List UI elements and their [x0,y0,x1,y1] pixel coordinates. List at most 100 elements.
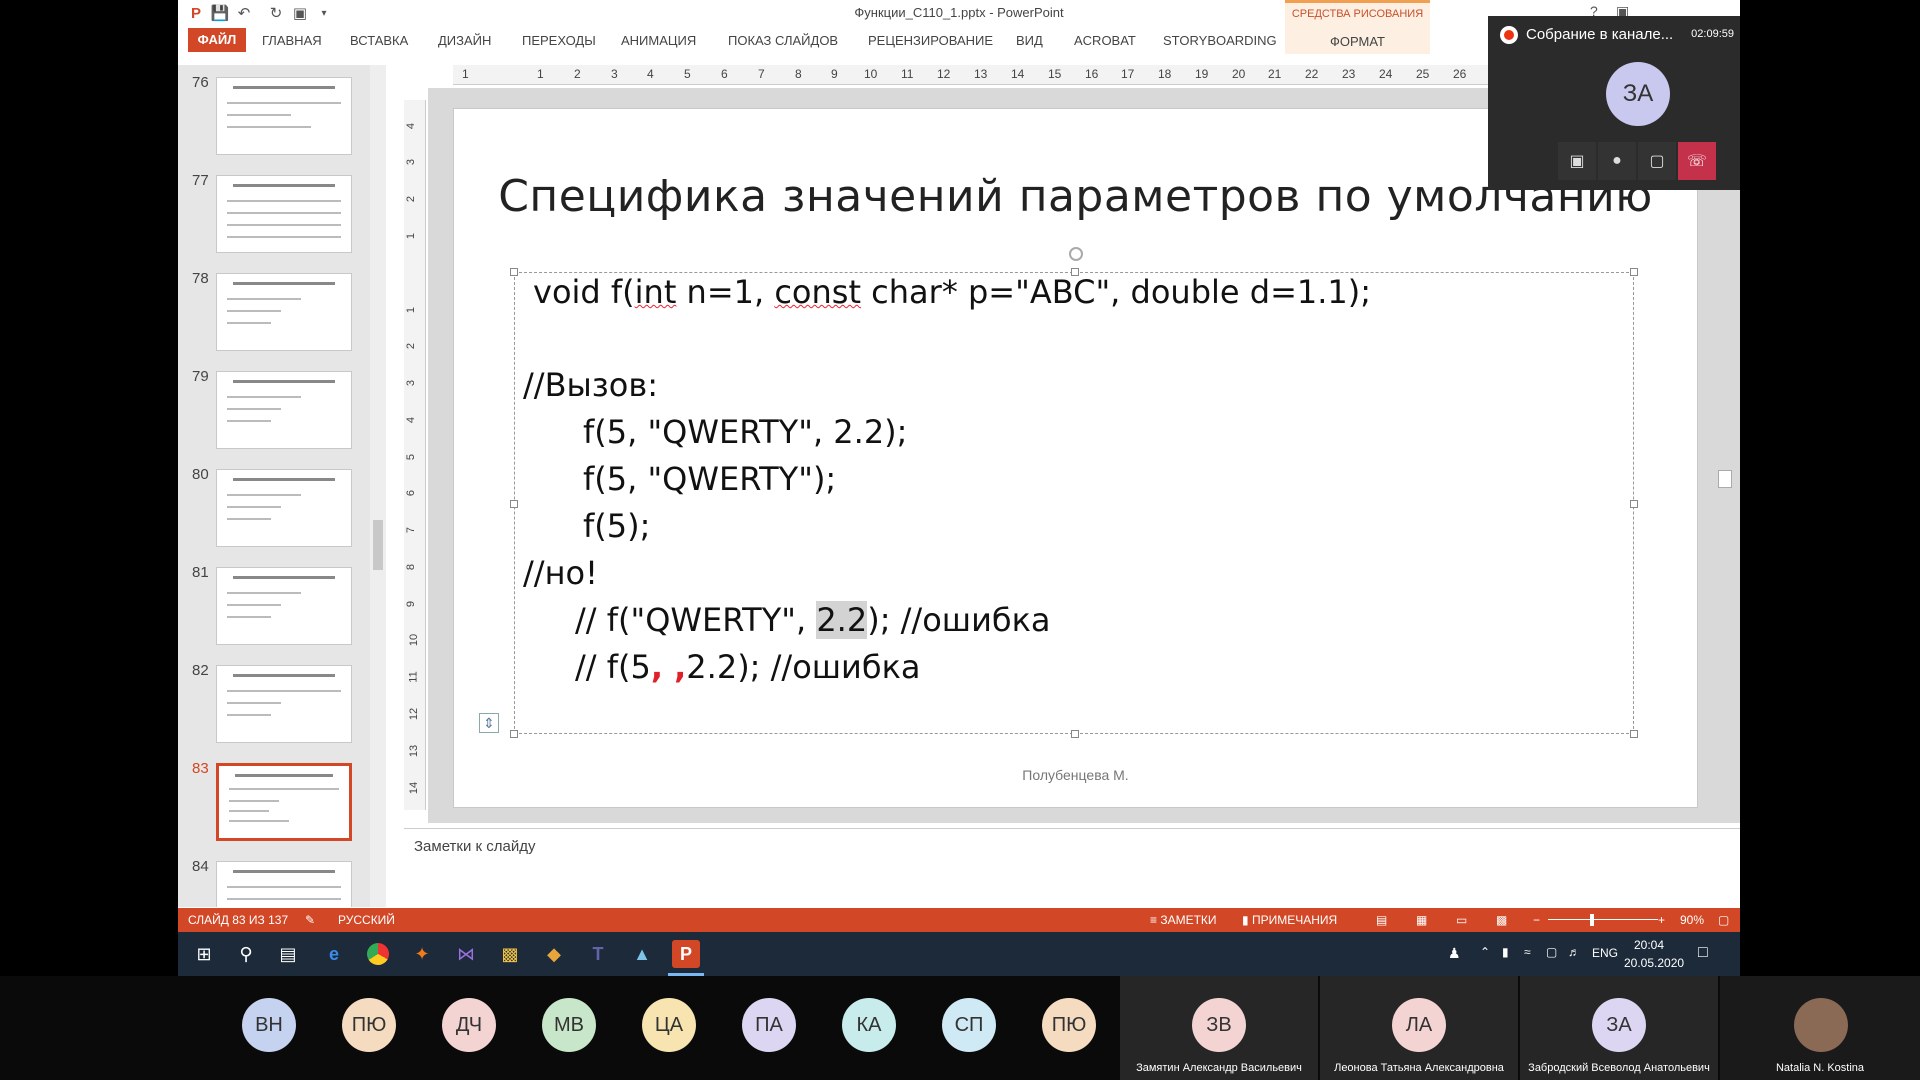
app-icon[interactable]: ◆ [540,940,568,968]
share-screen-icon[interactable]: ▢ [1638,142,1676,180]
powerpoint-taskbar-icon[interactable]: P [672,940,700,968]
tab-insert[interactable]: ВСТАВКА [350,33,408,48]
zoom-out-icon[interactable]: − [1533,913,1540,927]
comments-toggle-button[interactable]: ▮ ПРИМЕЧАНИЯ [1242,913,1337,927]
microphone-icon[interactable]: ● [1598,142,1636,180]
tab-animations[interactable]: АНИМАЦИЯ [621,33,696,48]
tab-design[interactable]: ДИЗАЙН [438,33,491,48]
participant-card[interactable]: ЗВ Замятин Александр Васильевич [1120,976,1318,1080]
slide-thumbnail[interactable] [216,371,352,449]
avatar[interactable]: ДЧ [442,998,496,1052]
scrollbar-thumb[interactable] [373,520,383,570]
thumbnails-scrollbar[interactable] [370,65,386,907]
zoom-slider-thumb[interactable] [1590,914,1594,926]
slide-thumbnail[interactable] [216,273,352,351]
zoom-slider[interactable] [1548,919,1658,920]
reading-view-icon[interactable]: ▭ [1456,913,1467,927]
slide-thumbnail[interactable] [216,469,352,547]
drawing-tools-group: СРЕДСТВА РИСОВАНИЯ ФОРМАТ [1285,0,1430,54]
chrome-icon[interactable] [364,940,392,968]
slide-thumbnail[interactable] [216,77,352,155]
display-icon[interactable]: ▢ [1546,945,1557,959]
notes-pane[interactable]: Заметки к слайду [404,828,1740,908]
avatar[interactable]: СП [942,998,996,1052]
participant-card[interactable]: Natalia N. Kostina [1720,976,1920,1080]
notes-toggle-button[interactable]: ≡ ЗАМЕТКИ [1150,913,1217,927]
slide-thumbnail[interactable] [216,567,352,645]
code-textbox[interactable]: void f(int n=1, const char* p="ABC", dou… [510,247,1638,738]
clock-date[interactable]: 20.05.2020 [1624,956,1684,970]
ruler-mark: 16 [1085,67,1099,81]
tab-format[interactable]: ФОРМАТ [1285,34,1430,49]
tab-review[interactable]: РЕЦЕНЗИРОВАНИЕ [868,33,993,48]
slide-thumbnail-active[interactable] [216,763,352,841]
chevron-up-icon[interactable]: ⌃ [1480,945,1490,959]
resize-handle[interactable] [1630,500,1638,508]
app-icon[interactable]: ✦ [408,940,436,968]
avatar[interactable]: ВН [242,998,296,1052]
normal-view-icon[interactable]: ▤ [1376,913,1387,927]
horizontal-ruler: 1 1 2 3 4 5 6 7 8 9 10 11 12 13 14 15 16… [453,65,1668,85]
ruler-mark: 4 [405,416,418,424]
slide-thumbnail[interactable] [216,175,352,253]
task-view-icon[interactable]: ▤ [274,940,302,968]
tab-view[interactable]: ВИД [1016,33,1043,48]
tab-storyboarding[interactable]: STORYBOARDING [1163,33,1277,48]
avatar[interactable]: КА [842,998,896,1052]
battery-icon[interactable]: ▮ [1502,945,1509,959]
rotate-handle-icon[interactable] [1069,247,1083,261]
edge-icon[interactable]: e [320,940,348,968]
slide-sorter-icon[interactable]: ▦ [1416,913,1427,927]
ruler-mark: 11 [901,67,914,81]
tab-home[interactable]: ГЛАВНАЯ [262,33,322,48]
input-language[interactable]: ENG [1592,946,1618,960]
thumb-number: 79 [192,368,209,385]
avatar[interactable]: МВ [542,998,596,1052]
clock-time[interactable]: 20:04 [1634,938,1664,952]
participant-card[interactable]: ЗА Забродский Всеволод Анатольевич [1520,976,1718,1080]
resize-handle[interactable] [510,268,518,276]
language-indicator[interactable]: РУССКИЙ [338,913,395,927]
app-icon[interactable]: ▲ [628,940,656,968]
avatar-initials: ЗА [1606,1014,1632,1036]
notifications-icon[interactable]: □ [1698,944,1708,962]
slide-thumbnail[interactable] [216,665,352,743]
resize-handle[interactable] [1071,730,1079,738]
resize-handle[interactable] [510,500,518,508]
participant-card[interactable]: ЛА Леонова Татьяна Александровна [1320,976,1518,1080]
resize-handle[interactable] [1630,268,1638,276]
ruler-mark: 3 [611,67,618,81]
resize-handle[interactable] [1630,730,1638,738]
volume-icon[interactable]: ♬ [1568,945,1580,959]
autofit-options-icon[interactable]: ⇕ [479,713,499,733]
resize-handle[interactable] [510,730,518,738]
camera-off-icon[interactable]: ▣ [1558,142,1596,180]
vertical-scrollbar-thumb[interactable] [1718,470,1732,488]
tab-transitions[interactable]: ПЕРЕХОДЫ [522,33,596,48]
people-icon[interactable]: ♟ [1448,945,1461,962]
meeting-title[interactable]: Собрание в канале... [1526,26,1673,43]
windows-start-icon[interactable]: ⊞ [190,940,218,968]
slide-canvas[interactable]: Специфика значений параметров по умолчан… [453,108,1698,808]
teams-icon[interactable]: T [584,940,612,968]
avatar[interactable]: ЦА [642,998,696,1052]
avatar[interactable]: ПЮ [1042,998,1096,1052]
fit-slide-icon[interactable]: ▢ [1718,913,1729,927]
tab-acrobat[interactable]: ACROBAT [1074,33,1136,48]
slide-thumbnail[interactable] [216,861,352,907]
participant-name: Леонова Татьяна Александровна [1334,1062,1504,1074]
slide-thumbnails-pane[interactable]: 76 77 78 79 80 81 82 83 84 [178,65,382,907]
hang-up-button[interactable]: ☏ [1678,142,1716,180]
zoom-in-icon[interactable]: + [1658,913,1665,927]
slideshow-view-icon[interactable]: ▩ [1496,913,1507,927]
tab-slideshow[interactable]: ПОКАЗ СЛАЙДОВ [728,33,838,48]
search-icon[interactable]: ⚲ [232,940,260,968]
avatar[interactable]: ПЮ [342,998,396,1052]
avatar[interactable]: ПА [742,998,796,1052]
wifi-icon[interactable]: ≈ [1524,945,1531,959]
spellcheck-icon[interactable]: ✎ [305,913,315,927]
visual-studio-icon[interactable]: ⋈ [452,940,480,968]
highlighted-commas: , , [650,648,687,686]
file-explorer-icon[interactable]: ▩ [496,940,524,968]
zoom-level[interactable]: 90% [1680,913,1704,927]
